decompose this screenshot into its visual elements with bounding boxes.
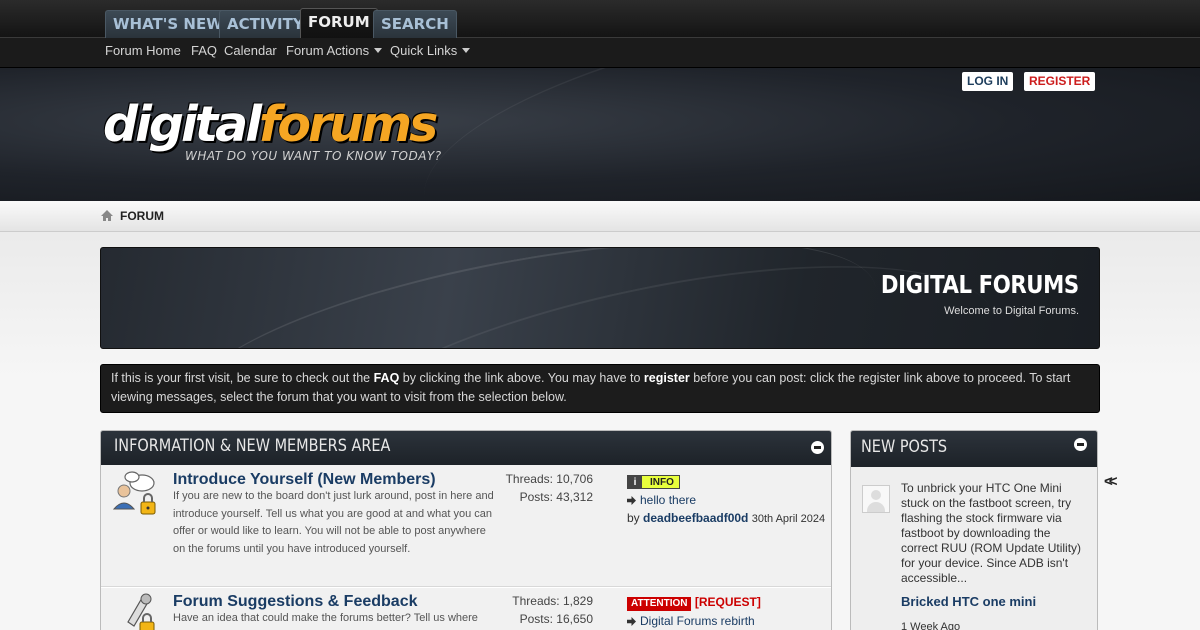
last-post-by: by	[627, 511, 644, 525]
forum-row: Introduce Yourself (New Members) If you …	[101, 465, 831, 587]
forum-feedback-icon	[127, 593, 155, 630]
link-forum-home[interactable]: Forum Home	[105, 43, 181, 58]
prefix-info-label: INFO	[650, 477, 674, 488]
prefix-attention-badge: ATTENTION	[627, 597, 692, 611]
arrow-right-icon	[627, 617, 636, 626]
logo-tagline: WHAT DO YOU WANT TO KNOW TODAY?	[185, 149, 442, 163]
site-header: digitalforums WHAT DO YOU WANT TO KNOW T…	[0, 68, 1200, 201]
breadcrumb-current: FORUM	[120, 209, 164, 223]
top-navbar: WHAT'S NEW? ACTIVITY FORUM SEARCH Forum …	[0, 0, 1200, 68]
last-post-info: ATTENTION [REQUEST] Digital Forums rebir…	[627, 594, 827, 630]
banner-title: DIGITAL FORUMS	[881, 270, 1079, 299]
forum-stats: Threads: 1,829 Posts: 16,650	[493, 592, 593, 628]
chevron-down-icon	[462, 48, 471, 53]
site-logo[interactable]: digitalforums WHAT DO YOU WANT TO KNOW T…	[103, 96, 441, 164]
post-date: 1 Week Ago	[901, 621, 961, 630]
category-title[interactable]: INFORMATION & NEW MEMBERS AREA	[114, 436, 390, 456]
notice-faq-link[interactable]: FAQ	[374, 371, 400, 385]
forum-title-link[interactable]: Forum Suggestions & Feedback	[173, 593, 417, 611]
login-button[interactable]: LOG IN	[962, 72, 1014, 91]
last-post-title[interactable]: Digital Forums rebirth	[640, 614, 755, 628]
tab-forum[interactable]: FORUM	[300, 8, 378, 38]
forum-stats: Threads: 10,706 Posts: 43,312	[493, 470, 593, 506]
widget-header: NEW POSTS	[851, 431, 1097, 467]
chevron-down-icon	[374, 48, 383, 53]
last-post-info: i INFO hello there by deadbeefbaadf00d 30…	[627, 473, 827, 528]
avatar[interactable]	[862, 485, 890, 513]
logo-word-forums: forums	[259, 96, 438, 153]
collapse-icon[interactable]	[811, 441, 824, 454]
thread-count: Threads: 1,829	[512, 594, 593, 608]
tabs-row: WHAT'S NEW? ACTIVITY FORUM SEARCH	[0, 0, 1200, 38]
arrow-right-icon	[627, 496, 636, 505]
logo-word-digital: digital	[103, 96, 262, 153]
widget-body: To unbrick your HTC One Mini stuck on th…	[851, 467, 1097, 630]
breadcrumb: FORUM	[0, 201, 1200, 232]
menu-quick-links[interactable]: Quick Links	[390, 43, 471, 58]
collapse-sidebar-icon[interactable]: <<	[1104, 473, 1117, 490]
notice-text: If this is your first visit, be sure to …	[111, 371, 374, 385]
register-button[interactable]: REGISTER	[1024, 72, 1096, 91]
tab-search[interactable]: SEARCH	[373, 10, 457, 38]
quick-links-label: Quick Links	[390, 43, 458, 58]
prefix-request: [REQUEST]	[694, 595, 761, 609]
last-post-date: 30th April 2024	[751, 513, 826, 525]
forum-banner: DIGITAL FORUMS Welcome to Digital Forums…	[100, 247, 1100, 349]
menu-forum-actions[interactable]: Forum Actions	[286, 43, 383, 58]
banner-subtitle: Welcome to Digital Forums.	[944, 305, 1079, 317]
link-calendar[interactable]: Calendar	[224, 43, 277, 58]
forum-row: Forum Suggestions & Feedback Have an ide…	[101, 588, 831, 630]
welcome-notice: If this is your first visit, be sure to …	[100, 364, 1100, 413]
widget-title: NEW POSTS	[861, 437, 948, 457]
prefix-info-badge: i INFO	[627, 475, 680, 489]
link-faq[interactable]: FAQ	[191, 43, 217, 58]
forum-members-icon	[112, 471, 156, 515]
home-icon[interactable]	[100, 209, 114, 222]
post-count: Posts: 16,650	[519, 612, 593, 626]
forum-category-block: INFORMATION & NEW MEMBERS AREA Introduce…	[100, 430, 832, 630]
info-icon: i	[628, 476, 642, 488]
tab-activity[interactable]: ACTIVITY	[219, 10, 312, 38]
post-count: Posts: 43,312	[519, 490, 593, 504]
collapse-icon[interactable]	[1074, 438, 1087, 451]
post-title-link[interactable]: Bricked HTC one mini	[901, 594, 1036, 609]
category-header: INFORMATION & NEW MEMBERS AREA	[101, 431, 831, 465]
thread-count: Threads: 10,706	[505, 472, 593, 486]
new-posts-widget: NEW POSTS To unbrick your HTC One Mini s…	[850, 430, 1098, 630]
forum-title-link[interactable]: Introduce Yourself (New Members)	[173, 471, 436, 489]
forum-description: If you are new to the board don't just l…	[173, 490, 494, 555]
forum-description: Have an idea that could make the forums …	[173, 612, 478, 624]
last-post-title[interactable]: hello there	[640, 493, 696, 507]
notice-register-link[interactable]: register	[644, 371, 690, 385]
post-snippet: To unbrick your HTC One Mini stuck on th…	[901, 481, 1082, 585]
last-post-user[interactable]: deadbeefbaadf00d	[643, 511, 748, 525]
forum-actions-label: Forum Actions	[286, 43, 370, 58]
notice-text: by clicking the link above. You may have…	[399, 371, 644, 385]
